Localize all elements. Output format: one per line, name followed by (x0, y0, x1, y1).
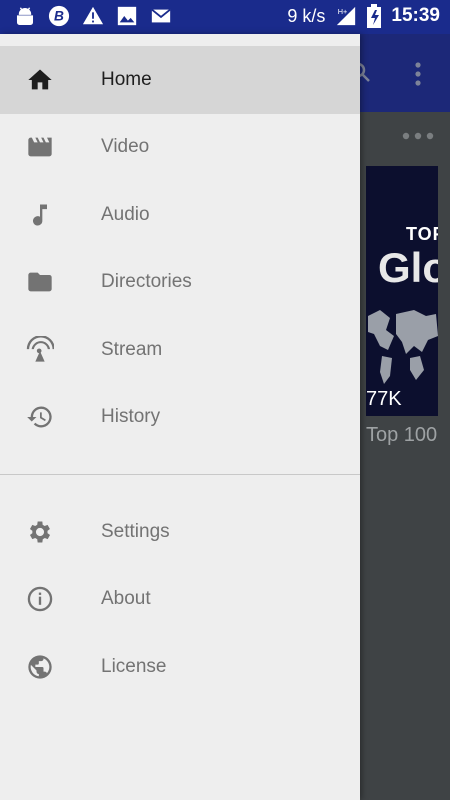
android-icon (16, 7, 34, 25)
nav-item-label: Audio (101, 203, 150, 225)
nav-item-label: Settings (101, 520, 170, 542)
mail-icon (151, 8, 171, 23)
nav-item-settings[interactable]: Settings (0, 498, 360, 566)
folder-icon (26, 268, 54, 296)
battery-icon (367, 4, 382, 28)
settings-icon (26, 518, 54, 546)
stream-icon (26, 335, 54, 364)
warning-icon (82, 6, 104, 25)
nav-item-label: Video (101, 136, 150, 158)
signal-icon: H+ (337, 6, 356, 26)
more-dots-icon[interactable] (400, 130, 436, 142)
home-icon (26, 66, 54, 94)
nav-item-label: Stream (101, 338, 163, 360)
history-icon (26, 403, 54, 431)
thumbnail-text-glo: Glo (378, 244, 438, 291)
nav-item-audio[interactable]: Audio (0, 181, 360, 249)
nav-item-label: Directories (101, 271, 192, 293)
network-speed: 9 k/s (287, 5, 326, 26)
drawer-divider (0, 474, 360, 475)
world-map-icon (368, 310, 438, 384)
overflow-menu-icon[interactable] (410, 60, 426, 88)
svg-text:B: B (54, 9, 64, 24)
b-icon: B (48, 5, 70, 27)
drawer-top-spacer (0, 34, 360, 46)
nav-item-label: Home (101, 68, 152, 90)
nav-item-label: History (101, 406, 161, 428)
nav-item-license[interactable]: License (0, 633, 360, 701)
nav-item-stream[interactable]: Stream (0, 316, 360, 384)
status-bar: B 9 k/s H+ 15:39 (0, 0, 450, 34)
nav-item-label: About (101, 588, 151, 610)
nav-item-home[interactable]: Home (0, 46, 360, 114)
video-thumbnail[interactable]: TOF Glo 77K (366, 166, 438, 416)
globe-icon (26, 653, 54, 681)
svg-text:H+: H+ (338, 7, 348, 16)
video-title[interactable]: Top 100 (366, 424, 437, 447)
nav-item-history[interactable]: History (0, 384, 360, 452)
nav-item-label: License (101, 655, 167, 677)
music-note-icon (26, 201, 54, 229)
nav-item-about[interactable]: About (0, 566, 360, 634)
nav-item-directories[interactable]: Directories (0, 249, 360, 317)
thumbnail-text-top: TOF (406, 224, 438, 244)
info-icon (26, 585, 54, 613)
nav-item-video[interactable]: Video (0, 114, 360, 182)
clock: 15:39 (391, 5, 440, 26)
view-count: 77K (366, 388, 402, 410)
video-icon (26, 133, 54, 161)
image-icon (117, 6, 137, 26)
navigation-drawer: Home Video Audio Directories Stream Hist… (0, 34, 360, 800)
